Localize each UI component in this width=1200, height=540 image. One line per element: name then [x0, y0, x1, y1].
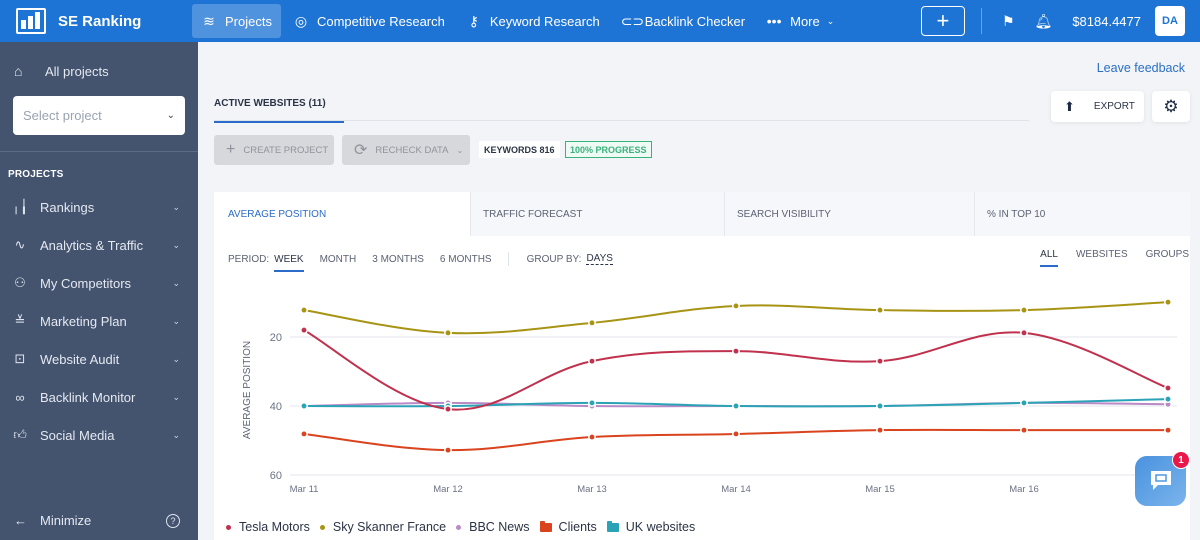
x-tick-label: Mar 11	[290, 484, 319, 495]
legend-label: UK websites	[625, 520, 696, 534]
data-point[interactable]	[444, 328, 452, 337]
data-point[interactable]	[444, 405, 452, 414]
legend-label: Tesla Motors	[239, 520, 310, 534]
x-tick-label: Mar 12	[433, 484, 463, 495]
y-axis-ticks: 20 40 60	[270, 332, 282, 482]
data-point[interactable]	[1164, 298, 1172, 307]
chat-unread-badge: 1	[1172, 451, 1190, 469]
chart-legend: Tesla Motors Sky Skanner France BBC News Cl…	[226, 520, 705, 534]
data-point[interactable]	[732, 402, 740, 410]
x-tick-label: Mar 14	[721, 484, 751, 495]
data-point[interactable]	[876, 426, 884, 435]
x-tick-label: Mar 13	[577, 484, 607, 495]
data-point[interactable]	[876, 402, 884, 410]
legend-dot	[456, 524, 462, 530]
chart-series	[300, 298, 1172, 455]
data-point[interactable]	[1020, 426, 1028, 435]
legend-item[interactable]: Sky Skanner France	[319, 520, 447, 534]
x-tick-label: Mar 15	[865, 484, 895, 495]
legend-dot	[226, 524, 231, 530]
data-point[interactable]	[1020, 328, 1028, 337]
series-sky-skanner-france	[300, 298, 1172, 337]
data-point[interactable]	[1020, 306, 1028, 315]
folder-icon	[606, 520, 619, 532]
legend-label: Sky Skanner France	[332, 520, 447, 534]
data-point[interactable]	[1164, 384, 1172, 393]
chat-bubble-icon	[1150, 471, 1171, 490]
y-axis-label: AVERAGE POSITION	[242, 341, 253, 439]
x-axis-ticks: Mar 11 Mar 12 Mar 13 Mar 14 Mar 15 Mar 16	[290, 484, 1039, 495]
legend-item[interactable]: UK websites	[606, 520, 696, 534]
data-point[interactable]	[444, 446, 452, 455]
data-point[interactable]	[876, 306, 884, 315]
legend-item[interactable]: BBC News	[456, 520, 530, 534]
data-point[interactable]	[732, 347, 740, 356]
legend-label: BBC News	[469, 520, 530, 534]
series-tesla-motors	[300, 326, 1172, 414]
data-point[interactable]	[300, 429, 308, 438]
data-point[interactable]	[588, 433, 596, 441]
legend-item[interactable]: Clients	[539, 520, 597, 534]
data-point[interactable]	[588, 318, 596, 327]
y-tick-label: 60	[270, 470, 282, 482]
data-point[interactable]	[300, 306, 308, 315]
data-point[interactable]	[1164, 395, 1172, 404]
data-point[interactable]	[300, 326, 308, 335]
x-tick-label: Mar 16	[1009, 484, 1039, 495]
legend-dot	[319, 524, 325, 530]
series-clients	[300, 426, 1172, 455]
legend-label: Clients	[558, 520, 597, 534]
data-point[interactable]	[732, 429, 740, 438]
data-point[interactable]	[588, 398, 596, 407]
y-tick-label: 40	[270, 401, 282, 413]
y-tick-label: 20	[270, 332, 282, 344]
data-point[interactable]	[1164, 426, 1172, 435]
data-point[interactable]	[300, 402, 308, 410]
legend-item[interactable]: Tesla Motors	[226, 520, 310, 534]
average-position-chart: 204060 Mar 11 Mar 12 Mar 13 Mar 14 Mar 15 Mar…	[242, 298, 1177, 495]
folder-icon	[539, 520, 552, 532]
data-point[interactable]	[876, 357, 884, 366]
data-point[interactable]	[732, 302, 740, 310]
series-line[interactable]	[303, 329, 1169, 411]
data-point[interactable]	[1020, 398, 1028, 407]
data-point[interactable]	[588, 357, 596, 366]
